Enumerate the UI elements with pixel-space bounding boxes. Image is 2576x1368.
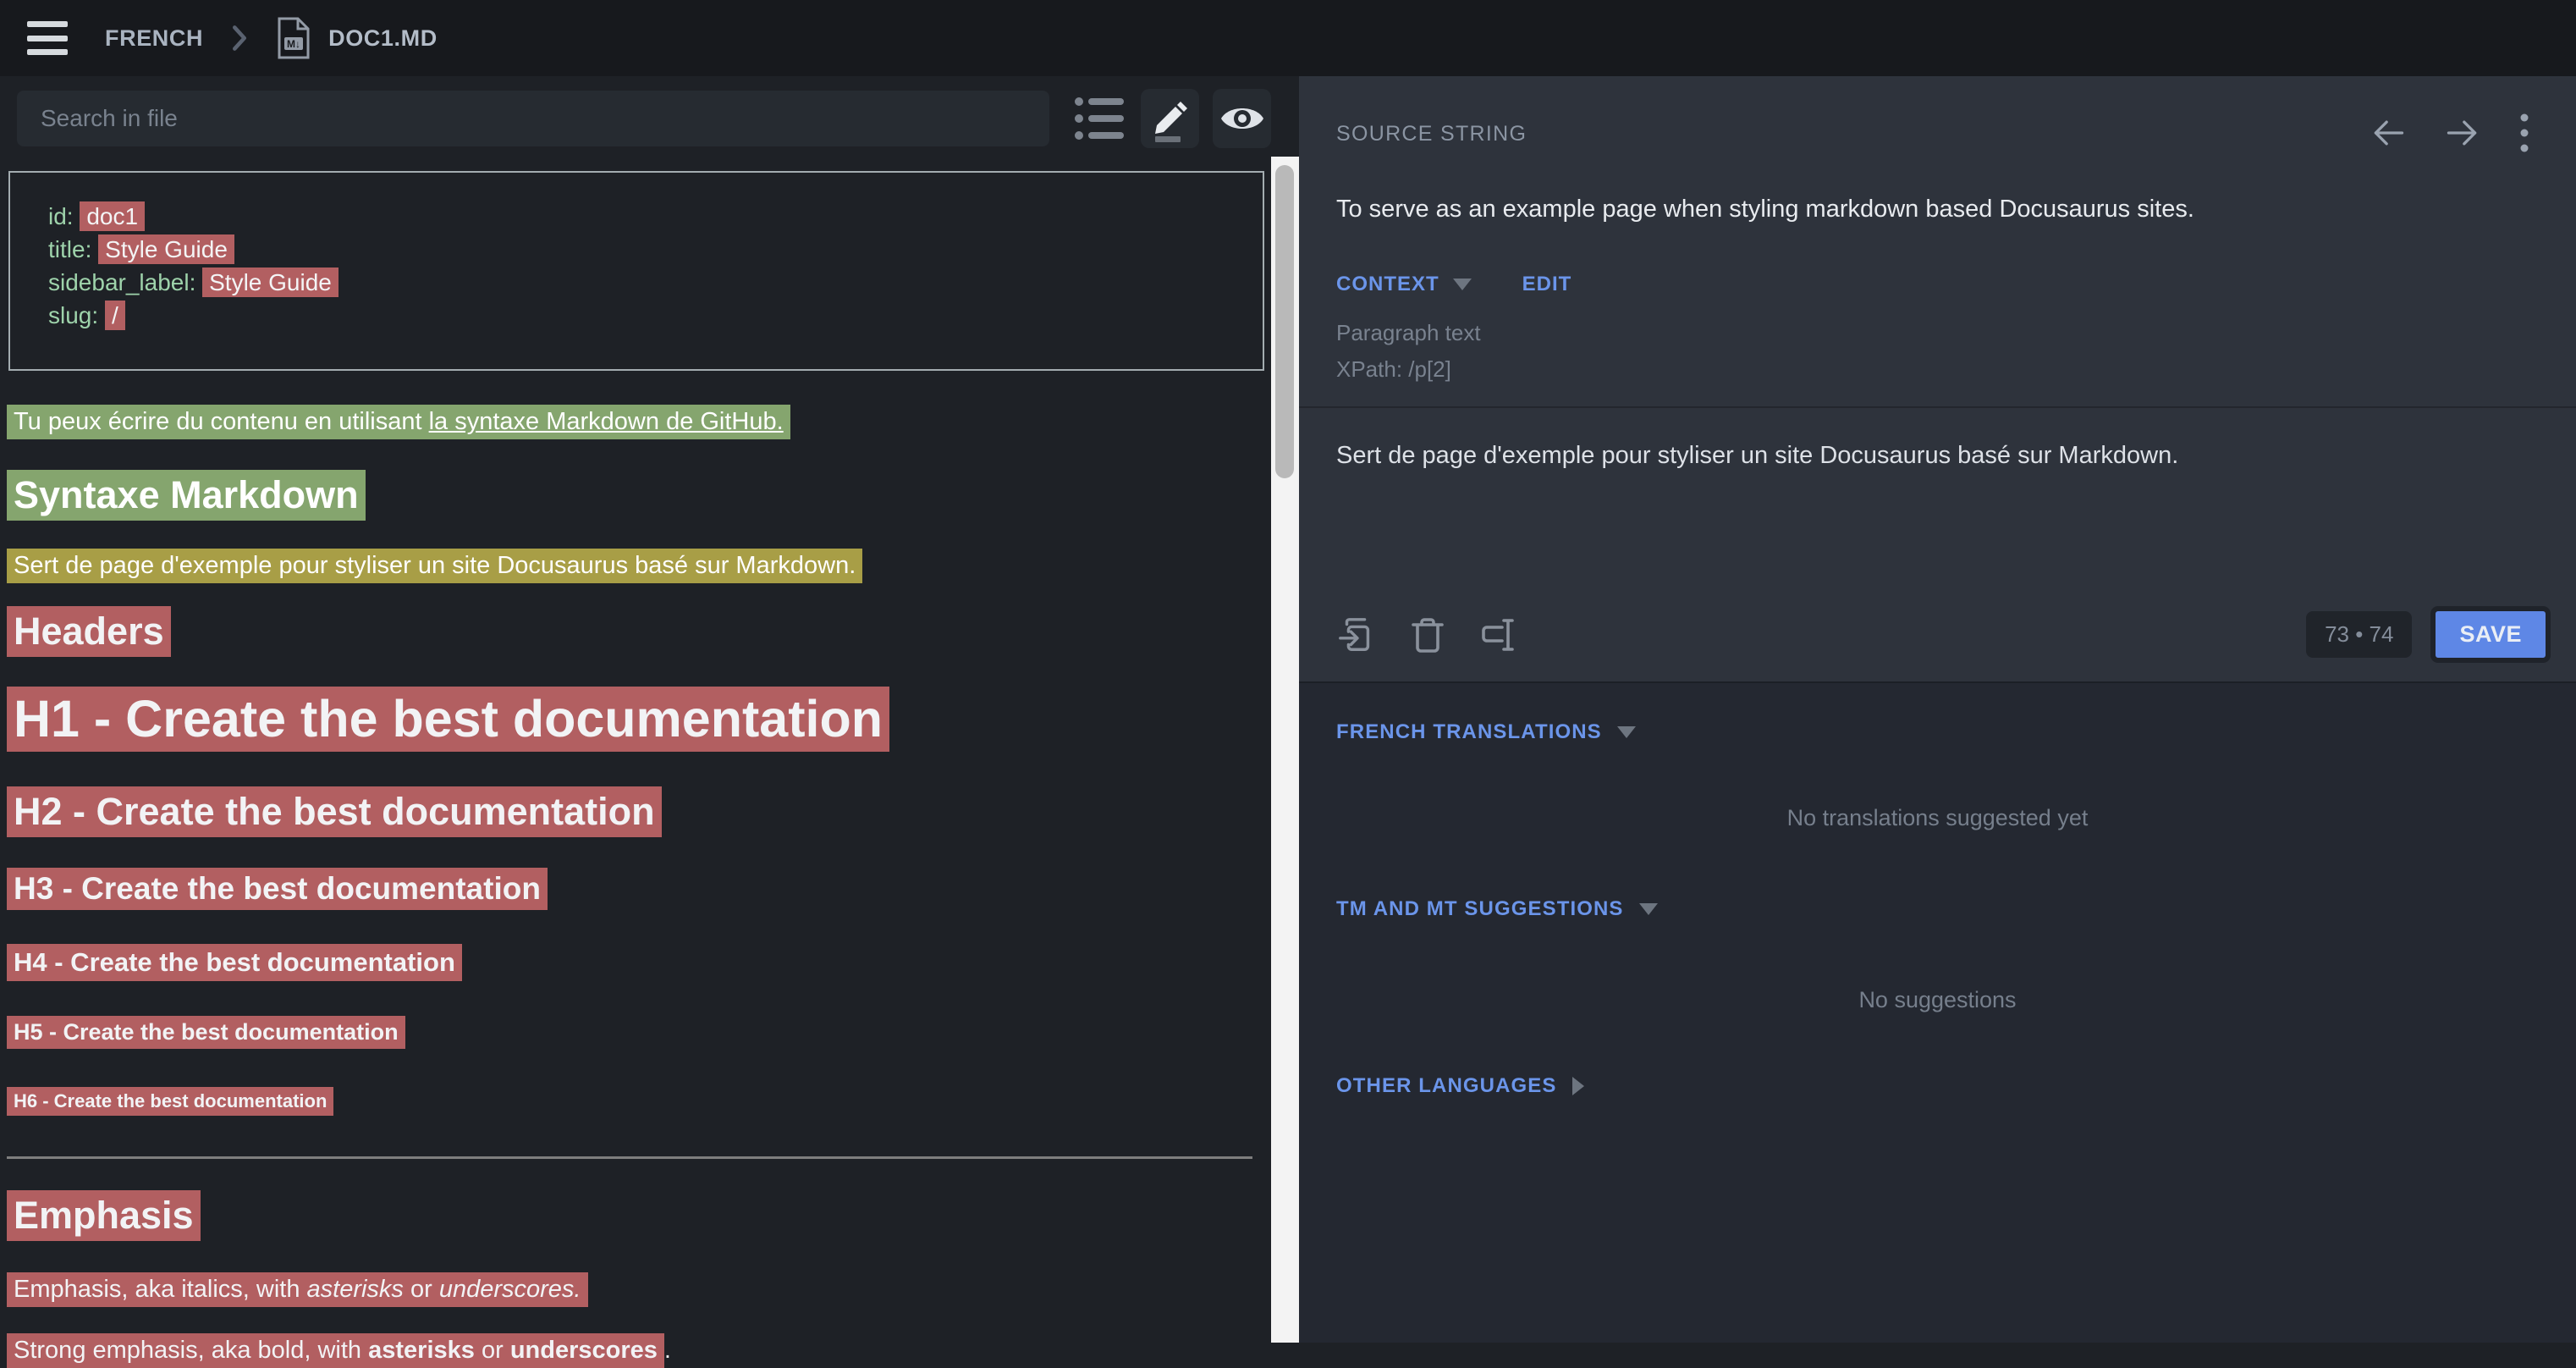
string-list-button[interactable]: [1073, 91, 1128, 146]
triangle-down-icon: [1453, 279, 1472, 290]
pencil-icon: [1148, 95, 1192, 142]
string-untranslated[interactable]: Emphasis: [7, 1190, 201, 1241]
breadcrumb-file: DOC1.MD: [328, 25, 438, 52]
horizontal-rule: [7, 1156, 1252, 1159]
github-markdown-link[interactable]: la syntaxe Markdown de GitHub.: [429, 408, 784, 435]
menu-button[interactable]: [27, 21, 68, 55]
frontmatter-row: slug: /: [48, 299, 1246, 332]
string-translated[interactable]: Syntaxe Markdown: [7, 470, 366, 521]
string-untranslated[interactable]: Style Guide: [98, 234, 234, 264]
hamburger-icon: [27, 21, 68, 27]
suggestions-section: FRENCH TRANSLATIONS No translations sugg…: [1299, 683, 2576, 1343]
previous-string-button[interactable]: [2370, 114, 2407, 154]
delete-translation-button[interactable]: [1407, 615, 1448, 655]
breadcrumb: FRENCH M↓ DOC1.MD: [105, 16, 438, 60]
frontmatter-block: id: doc1 title: Style Guide sidebar_labe…: [8, 171, 1264, 371]
bulleted-list-icon: [1073, 94, 1127, 143]
other-languages-toggle[interactable]: OTHER LANGUAGES: [1336, 1074, 1584, 1098]
string-untranslated[interactable]: Style Guide: [202, 268, 339, 297]
string-untranslated[interactable]: Headers: [7, 606, 171, 657]
chevron-right-icon: [230, 25, 249, 52]
arrow-left-icon: [2370, 114, 2407, 152]
preview-mode-button[interactable]: [1213, 89, 1271, 148]
source-string-title: SOURCE STRING: [1336, 122, 1527, 146]
breadcrumb-project[interactable]: FRENCH: [105, 25, 203, 52]
search-input[interactable]: [17, 91, 1049, 146]
select-text-button[interactable]: [1478, 615, 1519, 655]
triangle-down-icon: [1639, 903, 1658, 915]
eye-icon: [1219, 102, 1266, 135]
source-string-text: To serve as an example page when styling…: [1336, 196, 2539, 223]
string-untranslated[interactable]: H3 - Create the best documentation: [7, 868, 548, 910]
string-untranslated[interactable]: H4 - Create the best documentation: [7, 944, 462, 981]
string-untranslated[interactable]: H2 - Create the best documentation: [7, 786, 662, 837]
translation-toolbar: 73 • 74 SAVE: [1336, 606, 2551, 663]
scrollbar[interactable]: [1271, 76, 1299, 1343]
frontmatter-row: sidebar_label: Style Guide: [48, 266, 1246, 299]
scrollbar-thumb[interactable]: [1275, 165, 1294, 478]
french-translations-toggle[interactable]: FRENCH TRANSLATIONS: [1336, 720, 1636, 744]
string-untranslated[interactable]: H6 - Create the best documentation: [7, 1087, 333, 1116]
string-untranslated[interactable]: /: [105, 301, 125, 330]
tm-mt-suggestions-toggle[interactable]: TM AND MT SUGGESTIONS: [1336, 897, 1658, 921]
translation-input-section: Sert de page d'exemple pour styliser un …: [1299, 406, 2576, 681]
text-cursor-icon: [1478, 615, 1519, 654]
copy-source-icon: [1337, 615, 1376, 654]
string-untranslated[interactable]: doc1: [80, 201, 145, 231]
string-selected[interactable]: Sert de page d'exemple pour styliser un …: [7, 549, 862, 583]
context-description: Paragraph text: [1336, 320, 2539, 346]
triangle-down-icon: [1617, 726, 1636, 738]
scrollbar-track[interactable]: [1271, 157, 1299, 1343]
trash-icon: [1411, 615, 1445, 654]
topbar: FRENCH M↓ DOC1.MD: [0, 0, 2576, 76]
arrow-right-icon: [2444, 114, 2481, 152]
string-untranslated[interactable]: H5 - Create the best documentation: [7, 1016, 405, 1049]
edit-mode-button[interactable]: [1141, 89, 1199, 148]
copy-source-button[interactable]: [1336, 615, 1377, 655]
save-button[interactable]: SAVE: [2430, 606, 2551, 663]
next-string-button[interactable]: [2444, 114, 2481, 154]
search-row: [0, 76, 1271, 161]
string-untranslated[interactable]: Strong emphasis, aka bold, with asterisk…: [7, 1333, 664, 1368]
source-string-section: SOURCE STRING: [1299, 76, 2576, 406]
triangle-right-icon: [1572, 1077, 1584, 1095]
document-preview: id: doc1 title: Style Guide sidebar_labe…: [0, 161, 1271, 1366]
frontmatter-row: id: doc1: [48, 200, 1246, 233]
string-translated[interactable]: Tu peux écrire du contenu en utilisant l…: [7, 405, 790, 439]
translation-panel: SOURCE STRING: [1299, 76, 2576, 1343]
tm-mt-suggestions-empty: No suggestions: [1336, 987, 2539, 1013]
string-untranslated[interactable]: H1 - Create the best documentation: [7, 687, 889, 752]
kebab-menu-icon: [2518, 112, 2530, 154]
string-untranslated[interactable]: Emphasis, aka italics, with asterisks or…: [7, 1272, 588, 1307]
frontmatter-row: title: Style Guide: [48, 233, 1246, 266]
svg-text:M↓: M↓: [287, 38, 300, 50]
context-xpath: XPath: /p[2]: [1336, 356, 2539, 383]
edit-context-link[interactable]: EDIT: [1522, 273, 1572, 296]
more-options-button[interactable]: [2518, 112, 2530, 157]
file-preview-panel: id: doc1 title: Style Guide sidebar_labe…: [0, 76, 1271, 1343]
markdown-file-icon: M↓: [276, 16, 311, 60]
translation-input[interactable]: Sert de page d'exemple pour styliser un …: [1336, 442, 2539, 470]
french-translations-empty: No translations suggested yet: [1336, 805, 2539, 831]
context-toggle[interactable]: CONTEXT: [1336, 273, 1472, 296]
character-counter: 73 • 74: [2306, 611, 2412, 658]
translation-editor: FRENCH M↓ DOC1.MD: [0, 0, 2576, 1343]
